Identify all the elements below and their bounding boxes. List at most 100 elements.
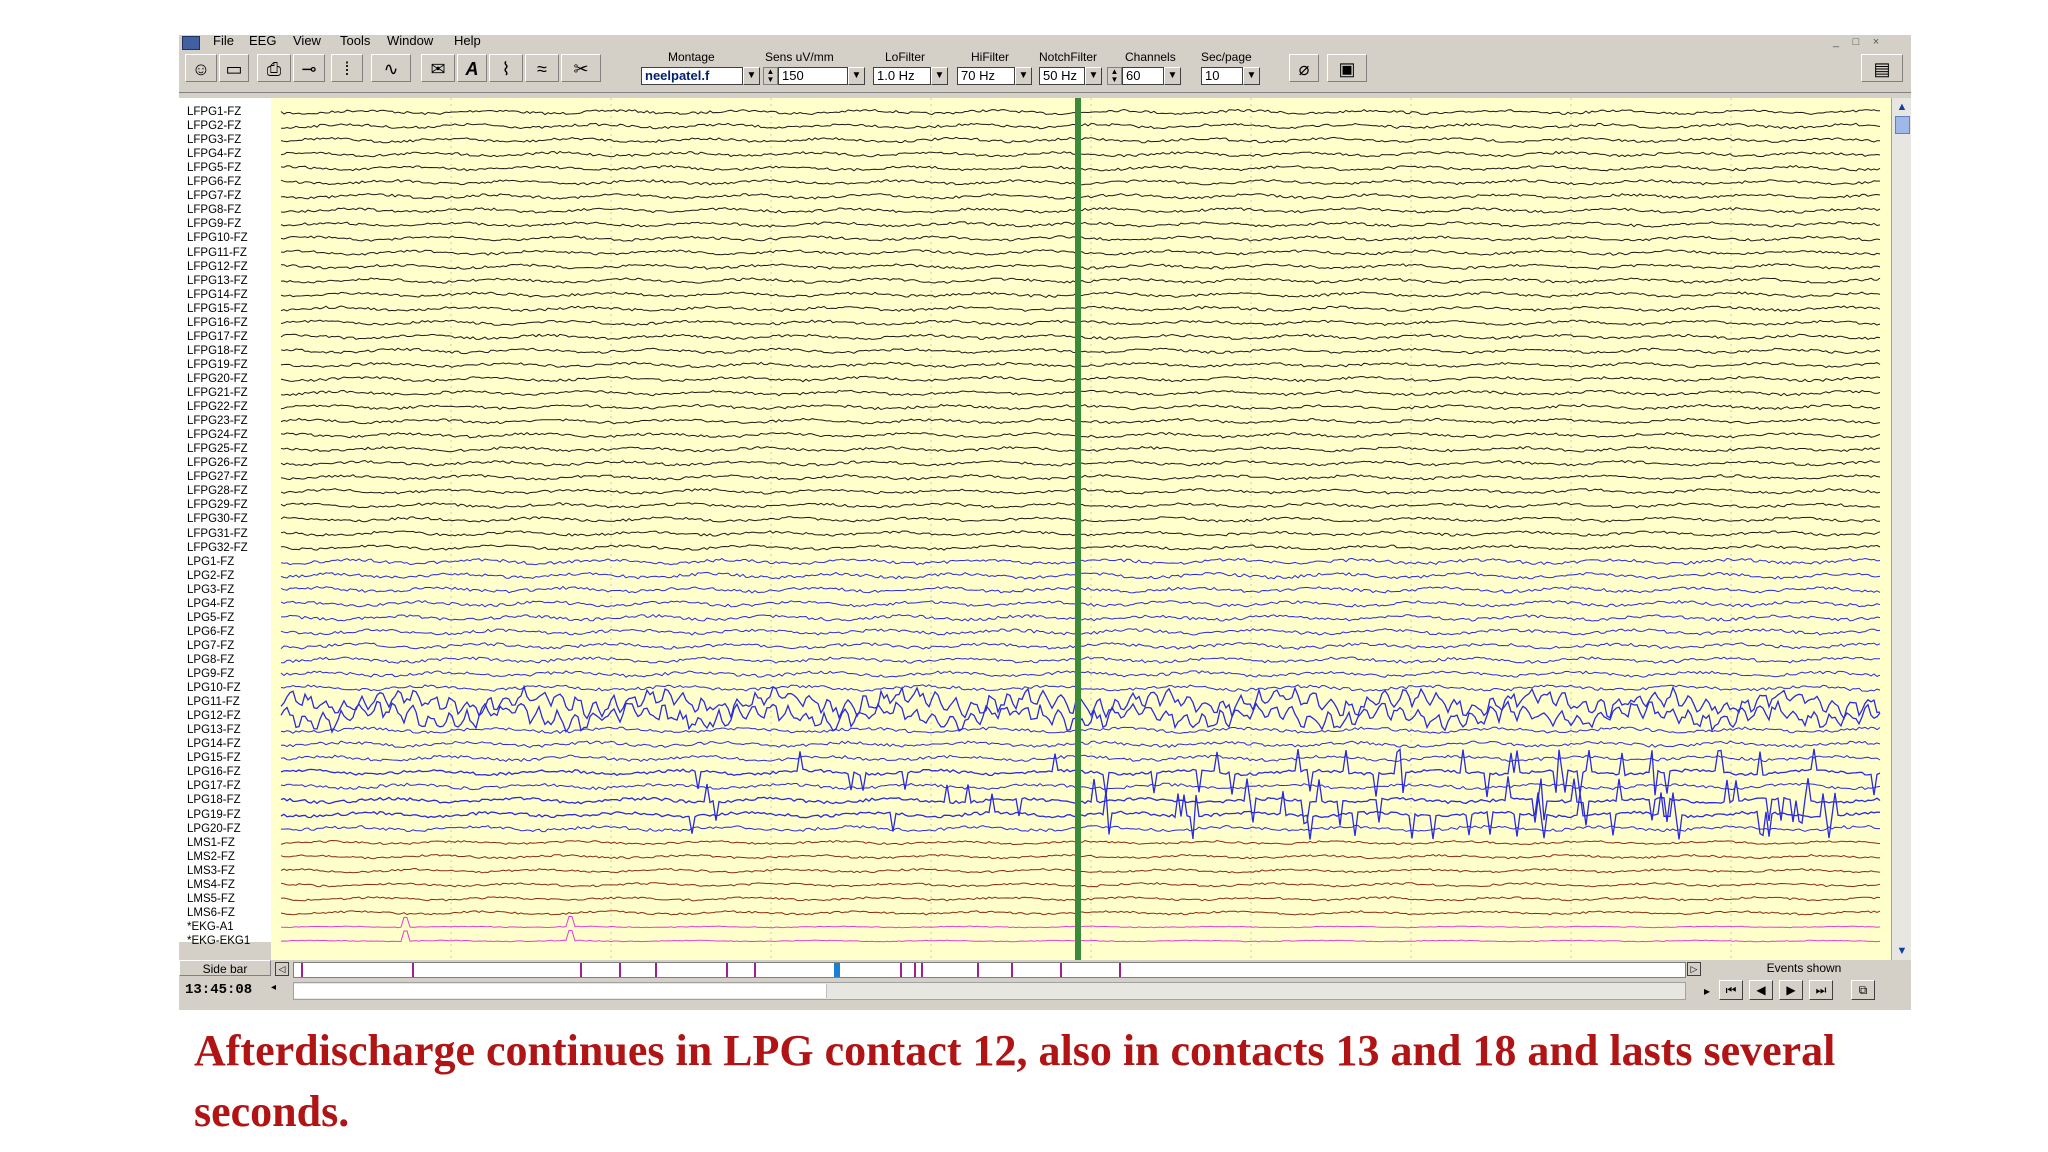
channel-label[interactable]: LMS2-FZ: [187, 851, 235, 863]
restore-button[interactable]: □: [1849, 35, 1863, 48]
menu-file[interactable]: File: [213, 35, 234, 48]
channel-label[interactable]: LFPG10-FZ: [187, 232, 248, 244]
lofilter-select[interactable]: 1.0 Hz: [873, 67, 931, 85]
channel-label[interactable]: LFPG32-FZ: [187, 542, 248, 554]
minimize-button[interactable]: _: [1829, 35, 1843, 48]
previous-event-icon[interactable]: ◀: [1749, 980, 1773, 1000]
channel-label[interactable]: LPG15-FZ: [187, 752, 241, 764]
last-event-icon[interactable]: ⏭: [1809, 980, 1833, 1000]
channel-label[interactable]: LPG17-FZ: [187, 780, 241, 792]
next-event-icon[interactable]: ▶: [1779, 980, 1803, 1000]
eeg-trace-area[interactable]: [271, 98, 1891, 960]
channel-label[interactable]: LFPG4-FZ: [187, 148, 241, 160]
event-marker[interactable]: [920, 963, 923, 977]
channel-label[interactable]: LFPG18-FZ: [187, 345, 248, 357]
menu-window[interactable]: Window: [387, 35, 433, 48]
scroll-up-icon[interactable]: ▲: [1894, 100, 1910, 114]
sens-spinner[interactable]: ▲ ▼: [763, 67, 778, 85]
lofilter-dropdown-icon[interactable]: ▼: [931, 67, 948, 85]
collapse-right-icon[interactable]: ▷: [1687, 962, 1701, 976]
channel-label[interactable]: LPG6-FZ: [187, 626, 234, 638]
channel-label[interactable]: LFPG8-FZ: [187, 204, 241, 216]
channel-label[interactable]: LPG3-FZ: [187, 584, 234, 596]
channel-label[interactable]: LPG4-FZ: [187, 598, 234, 610]
channel-label[interactable]: LPG7-FZ: [187, 640, 234, 652]
channels-input[interactable]: 60: [1122, 67, 1164, 85]
menu-help[interactable]: Help: [454, 35, 481, 48]
channel-label[interactable]: LFPG6-FZ: [187, 176, 241, 188]
person-icon[interactable]: ☺: [185, 54, 217, 82]
channel-label[interactable]: LFPG28-FZ: [187, 485, 248, 497]
event-marker[interactable]: [1011, 963, 1014, 977]
side-bar-button[interactable]: Side bar: [179, 960, 271, 976]
hifilter-select[interactable]: 70 Hz: [957, 67, 1015, 85]
channel-label[interactable]: LPG12-FZ: [187, 710, 241, 722]
probe-icon[interactable]: ⊸: [293, 54, 325, 82]
event-marker[interactable]: [1118, 963, 1121, 977]
channels-dropdown-icon[interactable]: ▼: [1164, 67, 1181, 85]
paperclip-icon[interactable]: ⌀: [1289, 54, 1319, 82]
channel-label[interactable]: LFPG2-FZ: [187, 120, 241, 132]
close-button[interactable]: ×: [1869, 35, 1883, 48]
channel-label[interactable]: LFPG16-FZ: [187, 317, 248, 329]
channel-label[interactable]: LFPG15-FZ: [187, 303, 248, 315]
columns-icon[interactable]: ⁞: [331, 54, 363, 82]
print-icon[interactable]: ⎙: [257, 54, 291, 82]
channel-label[interactable]: LFPG3-FZ: [187, 134, 241, 146]
channel-label[interactable]: LFPG12-FZ: [187, 261, 248, 273]
channel-label[interactable]: LMS1-FZ: [187, 837, 235, 849]
pages-icon[interactable]: ⧉: [1851, 980, 1875, 1000]
channel-label[interactable]: LMS5-FZ: [187, 893, 235, 905]
channel-label[interactable]: LFPG26-FZ: [187, 457, 248, 469]
channel-label[interactable]: LFPG23-FZ: [187, 415, 248, 427]
channel-label[interactable]: *EKG-EKG1: [187, 935, 250, 947]
spectrum-icon[interactable]: ∿: [371, 54, 411, 82]
time-marker-line[interactable]: [1075, 98, 1081, 960]
channel-label[interactable]: LPG16-FZ: [187, 766, 241, 778]
menu-eeg[interactable]: EEG: [249, 35, 276, 48]
channel-label[interactable]: LFPG27-FZ: [187, 471, 248, 483]
event-marker[interactable]: [899, 963, 902, 977]
event-marker[interactable]: [1060, 963, 1063, 977]
event-timeline[interactable]: [293, 962, 1686, 978]
secpage-dropdown-icon[interactable]: ▼: [1243, 67, 1260, 85]
event-marker[interactable]: [300, 963, 303, 977]
channel-label[interactable]: LFPG17-FZ: [187, 331, 248, 343]
sens-dropdown-icon[interactable]: ▼: [848, 67, 865, 85]
hifilter-dropdown-icon[interactable]: ▼: [1015, 67, 1032, 85]
channel-label[interactable]: LFPG14-FZ: [187, 289, 248, 301]
montage-dropdown-icon[interactable]: ▼: [743, 67, 760, 85]
channel-label[interactable]: LFPG13-FZ: [187, 275, 248, 287]
event-marker[interactable]: [913, 963, 916, 977]
event-marker[interactable]: [976, 963, 979, 977]
channel-label[interactable]: LMS4-FZ: [187, 879, 235, 891]
channel-label[interactable]: LFPG20-FZ: [187, 373, 248, 385]
channel-label[interactable]: LPG13-FZ: [187, 724, 241, 736]
vertical-scrollbar[interactable]: ▲ ▼: [1891, 98, 1911, 960]
spike-icon[interactable]: ⌇: [489, 54, 523, 82]
scissors-clipboard-icon[interactable]: ✂: [561, 54, 601, 82]
channel-label[interactable]: LFPG31-FZ: [187, 528, 248, 540]
event-marker[interactable]: [618, 963, 621, 977]
event-marker[interactable]: [412, 963, 415, 977]
monitor-icon[interactable]: ▣: [1327, 54, 1367, 82]
menu-tools[interactable]: Tools: [340, 35, 370, 48]
channel-label[interactable]: LMS6-FZ: [187, 907, 235, 919]
channel-label[interactable]: LPG2-FZ: [187, 570, 234, 582]
app-icon[interactable]: [182, 36, 200, 50]
event-marker[interactable]: [579, 963, 582, 977]
event-marker[interactable]: [753, 963, 756, 977]
channel-label[interactable]: LPG19-FZ: [187, 809, 241, 821]
channel-label[interactable]: LFPG7-FZ: [187, 190, 241, 202]
collapse-left-icon[interactable]: ◁: [275, 962, 289, 976]
channel-label[interactable]: LPG14-FZ: [187, 738, 241, 750]
channel-label[interactable]: LPG1-FZ: [187, 556, 234, 568]
horizontal-scrollbar[interactable]: [293, 982, 1686, 1000]
right-arrow-icon[interactable]: ▸: [1701, 982, 1713, 1002]
first-event-icon[interactable]: ⏮: [1719, 980, 1743, 1000]
channel-label[interactable]: LPG10-FZ: [187, 682, 241, 694]
secpage-input[interactable]: 10: [1201, 67, 1243, 85]
event-marker[interactable]: [725, 963, 728, 977]
left-arrow-icon[interactable]: ◂: [271, 982, 276, 993]
channel-label[interactable]: LPG9-FZ: [187, 668, 234, 680]
